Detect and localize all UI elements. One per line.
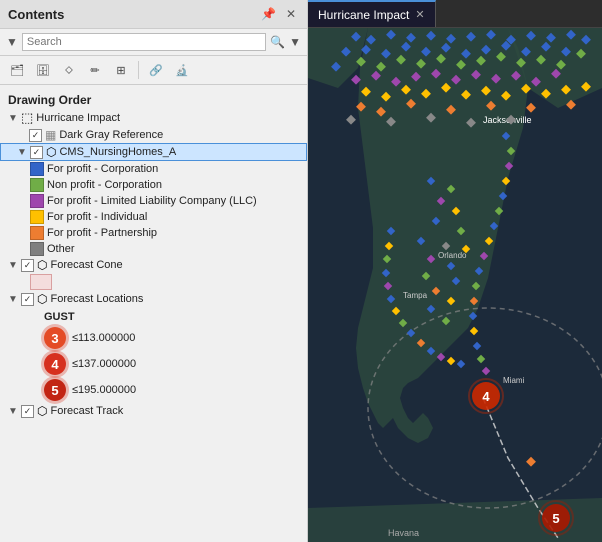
basemap-icon: ▦ xyxy=(45,128,56,142)
layer-cms-nursinghomes[interactable]: ▼ ⬡ CMS_NursingHomes_A xyxy=(0,143,307,161)
dark-gray-label: Dark Gray Reference xyxy=(59,129,163,141)
nonprofit-swatch xyxy=(30,178,44,192)
other-swatch xyxy=(30,242,44,256)
map-area[interactable]: Jacksonville Orlando Tampa Miami Havana … xyxy=(308,28,602,542)
hurricane-badge-3: 3 xyxy=(44,327,66,349)
search-bar: ▼ 🔍 ▼ xyxy=(0,29,307,56)
legend-nonprofit-corp: Non profit - Corporation xyxy=(0,177,307,193)
cone-expand: ▼ xyxy=(8,260,18,271)
locations-expand: ▼ xyxy=(8,294,18,305)
layer-hurricane-impact[interactable]: ▼ ⬚ Hurricane Impact xyxy=(0,109,307,127)
analysis-btn[interactable]: 🔬 xyxy=(171,59,193,81)
llc-label: For profit - Limited Liability Company (… xyxy=(47,195,257,207)
track-layer-icon: ⬡ xyxy=(37,404,47,418)
cms-expand-arrow: ▼ xyxy=(17,147,27,158)
panel-header-icons: 📌 ✕ xyxy=(258,6,299,22)
map-tab-hurricane[interactable]: Hurricane Impact ✕ xyxy=(308,0,436,27)
legend-individual: For profit - Individual xyxy=(0,209,307,225)
close-icon[interactable]: ✕ xyxy=(283,6,299,22)
feature-layer-icon: ⬡ xyxy=(46,145,56,159)
individual-label: For profit - Individual xyxy=(47,211,147,223)
cms-checkbox[interactable] xyxy=(30,146,43,159)
layer-dark-gray-ref[interactable]: ▦ Dark Gray Reference xyxy=(0,127,307,143)
locations-checkbox[interactable] xyxy=(21,293,34,306)
grid-btn[interactable]: ⊞ xyxy=(110,59,132,81)
gust-value-5: ≤195.000000 xyxy=(72,384,136,396)
locations-label: Forecast Locations xyxy=(50,293,143,305)
partnership-label: For profit - Partnership xyxy=(47,227,157,239)
map-panel: Hurricane Impact ✕ Jacksonville Orlando xyxy=(308,0,602,542)
gust-item-5: 5 ≤195.000000 xyxy=(44,377,307,403)
layer-forecast-locations[interactable]: ▼ ⬡ Forecast Locations xyxy=(0,291,307,307)
expand-arrow: ▼ xyxy=(8,113,18,124)
contents-body: Drawing Order ▼ ⬚ Hurricane Impact ▦ Dar… xyxy=(0,85,307,542)
cone-swatch xyxy=(30,274,52,290)
map-svg: Jacksonville Orlando Tampa Miami Havana … xyxy=(308,28,602,542)
legend-other: Other xyxy=(0,241,307,257)
gust-item-3: 3 ≤113.000000 xyxy=(44,325,307,351)
badge-5-number: 5 xyxy=(51,383,58,398)
legend-partnership: For profit - Partnership xyxy=(0,225,307,241)
hurricane-badge-4: 4 xyxy=(44,353,66,375)
track-expand: ▼ xyxy=(8,406,18,417)
badge-3-number: 3 xyxy=(51,331,58,346)
contents-panel: Contents 📌 ✕ ▼ 🔍 ▼ 🗂 🗄 ⬦ ✏ ⊞ 🔗 🔬 Drawing… xyxy=(0,0,308,542)
individual-swatch xyxy=(30,210,44,224)
gust-value-3: ≤113.000000 xyxy=(72,332,135,344)
toolbar-divider xyxy=(138,61,139,79)
legend-corporation: For profit - Corporation xyxy=(0,161,307,177)
link-btn[interactable]: 🔗 xyxy=(145,59,167,81)
svg-text:Tampa: Tampa xyxy=(403,291,428,300)
llc-swatch xyxy=(30,194,44,208)
partnership-swatch xyxy=(30,226,44,240)
search-input[interactable] xyxy=(22,33,266,51)
hurricane-badge-5: 5 xyxy=(44,379,66,401)
locations-layer-icon: ⬡ xyxy=(37,292,47,306)
panel-title: Contents xyxy=(8,7,64,22)
corp-swatch xyxy=(30,162,44,176)
group-icon: ⬚ xyxy=(21,110,33,126)
corp-label: For profit - Corporation xyxy=(47,163,158,175)
map-tab-label: Hurricane Impact xyxy=(318,8,409,22)
track-label: Forecast Track xyxy=(50,405,123,417)
svg-text:5: 5 xyxy=(552,511,559,526)
list-view-btn[interactable]: 🗂 xyxy=(6,59,28,81)
cone-checkbox[interactable] xyxy=(21,259,34,272)
pin-icon[interactable]: 📌 xyxy=(258,6,279,22)
layer-forecast-track[interactable]: ▼ ⬡ Forecast Track xyxy=(0,403,307,419)
cone-swatch-row xyxy=(0,273,307,291)
gust-section: GUST 3 ≤113.000000 4 ≤137.000000 5 xyxy=(0,307,307,403)
svg-text:Havana: Havana xyxy=(388,528,419,538)
filter-btn[interactable]: ⬦ xyxy=(58,59,80,81)
gust-item-4: 4 ≤137.000000 xyxy=(44,351,307,377)
badge-4-number: 4 xyxy=(51,357,58,372)
map-tab-bar: Hurricane Impact ✕ xyxy=(308,0,602,28)
dark-gray-checkbox[interactable] xyxy=(29,129,42,142)
layer-forecast-cone[interactable]: ▼ ⬡ Forecast Cone xyxy=(0,257,307,273)
db-view-btn[interactable]: 🗄 xyxy=(32,59,54,81)
gust-value-4: ≤137.000000 xyxy=(72,358,136,370)
search-options-icon[interactable]: ▼ xyxy=(289,35,301,49)
cms-label: CMS_NursingHomes_A xyxy=(59,146,176,158)
nonprofit-label: Non profit - Corporation xyxy=(47,179,162,191)
panel-header: Contents 📌 ✕ xyxy=(0,0,307,29)
cone-label: Forecast Cone xyxy=(50,259,122,271)
svg-text:Orlando: Orlando xyxy=(438,251,467,260)
cone-layer-icon: ⬡ xyxy=(37,258,47,272)
svg-text:4: 4 xyxy=(482,389,490,404)
legend-llc: For profit - Limited Liability Company (… xyxy=(0,193,307,209)
gust-label: GUST xyxy=(44,309,307,325)
search-icon[interactable]: 🔍 xyxy=(270,35,285,49)
drawing-order-label: Drawing Order xyxy=(0,89,307,109)
track-checkbox[interactable] xyxy=(21,405,34,418)
layer-hurricane-impact-label: Hurricane Impact xyxy=(36,112,120,124)
tab-close-icon[interactable]: ✕ xyxy=(415,8,424,21)
toolbar: 🗂 🗄 ⬦ ✏ ⊞ 🔗 🔬 xyxy=(0,56,307,85)
other-label: Other xyxy=(47,243,75,255)
edit-btn[interactable]: ✏ xyxy=(84,59,106,81)
filter-icon[interactable]: ▼ xyxy=(6,35,18,49)
svg-text:Miami: Miami xyxy=(503,376,525,385)
